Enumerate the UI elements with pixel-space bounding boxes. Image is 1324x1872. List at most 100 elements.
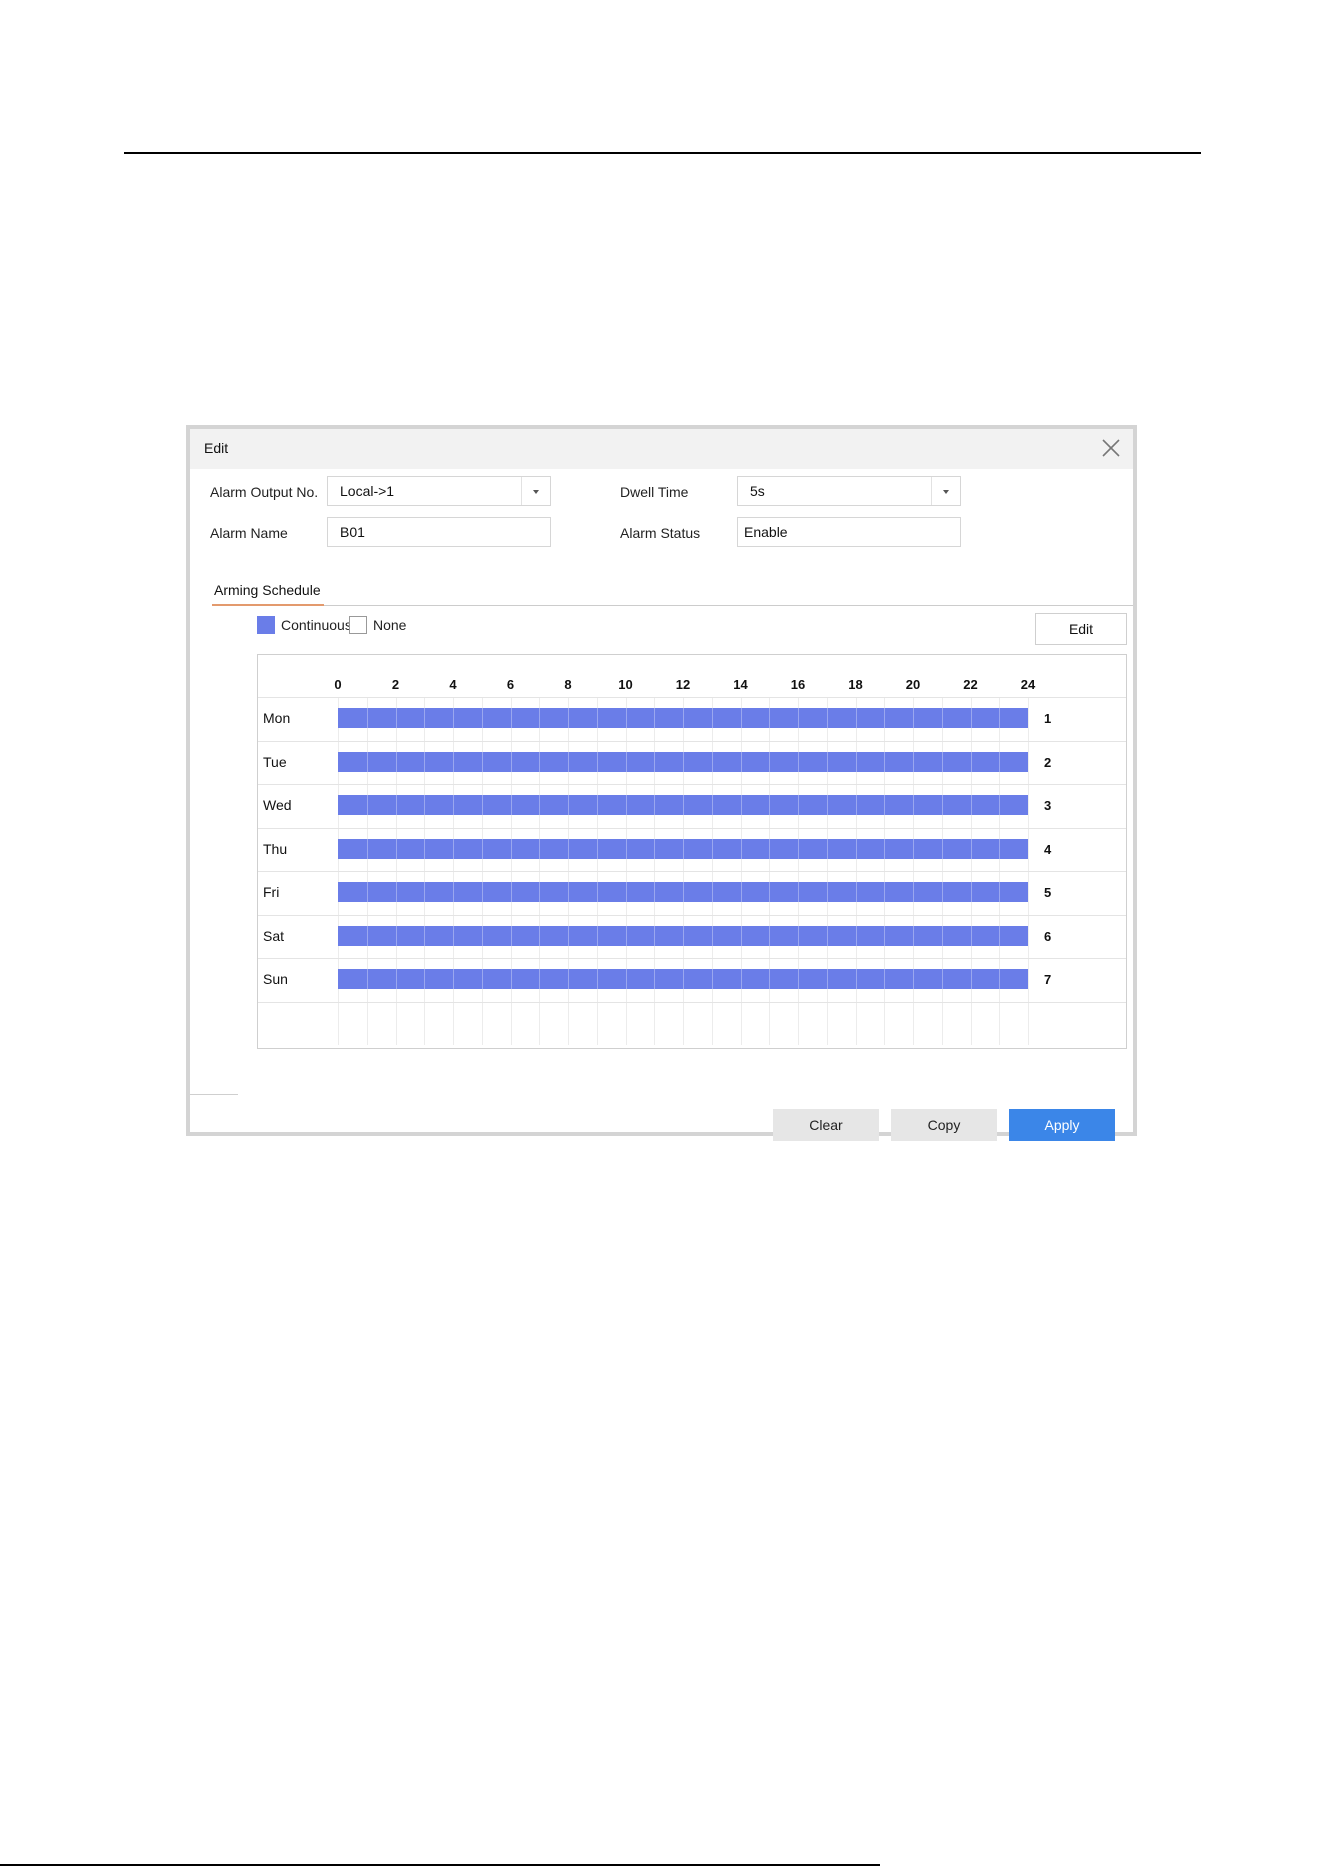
bar-separator <box>884 838 886 859</box>
copy-button[interactable]: Copy <box>891 1109 997 1141</box>
legend-none-swatch[interactable] <box>349 616 367 634</box>
bar-separator <box>798 751 799 772</box>
hour-label: 16 <box>790 677 806 692</box>
bar-separator <box>855 925 857 946</box>
day-label: Thu <box>263 840 288 857</box>
bar-separator <box>740 751 742 772</box>
bar-separator <box>510 838 512 859</box>
bar-separator <box>941 751 943 772</box>
bar-separator <box>855 795 857 815</box>
bar-separator <box>826 838 828 859</box>
bar-separator <box>769 838 771 859</box>
legend-none-label[interactable]: None <box>373 617 406 633</box>
bar-separator <box>855 751 857 772</box>
row-number: 3 <box>1044 798 1052 813</box>
apply-button[interactable]: Apply <box>1009 1109 1115 1141</box>
bar-separator <box>711 882 713 902</box>
hour-label: 20 <box>905 677 921 692</box>
hour-label: 0 <box>334 677 342 692</box>
bar-separator <box>711 925 713 946</box>
bar-separator <box>453 795 454 815</box>
bar-separator <box>884 751 886 772</box>
hour-label: 24 <box>1020 677 1036 692</box>
page-bottom-rule <box>0 1864 880 1866</box>
bar-separator <box>366 708 368 728</box>
tab-arming-schedule[interactable]: Arming Schedule <box>214 582 321 604</box>
dwell-time-value: 5s <box>750 483 765 499</box>
chevron-down-icon <box>931 477 960 505</box>
close-icon[interactable] <box>1099 436 1123 460</box>
alarm-output-select[interactable]: Local->1 <box>327 476 551 506</box>
bar-separator <box>683 925 684 946</box>
row-number: 2 <box>1044 754 1052 770</box>
legend-continuous-swatch[interactable] <box>257 616 275 634</box>
dialog-title: Edit <box>204 440 229 456</box>
row-number: 5 <box>1044 885 1052 900</box>
bar-separator <box>683 969 684 989</box>
bar-separator <box>740 882 742 902</box>
bar-separator <box>826 708 828 728</box>
day-label: Fri <box>263 884 280 900</box>
bar-separator <box>539 925 541 946</box>
bar-separator <box>970 795 972 815</box>
bar-separator <box>941 882 943 902</box>
bar-separator <box>625 925 627 946</box>
bar-separator <box>424 882 426 902</box>
bar-separator <box>970 925 972 946</box>
bar-separator <box>654 838 656 859</box>
bar-separator <box>539 969 541 989</box>
bar-separator <box>826 751 828 772</box>
bar-separator <box>424 925 426 946</box>
bar-separator <box>826 795 828 815</box>
grid-hline <box>258 914 1126 916</box>
bar-separator <box>625 882 627 902</box>
hour-label: 18 <box>848 677 863 692</box>
bar-separator <box>395 708 397 728</box>
bar-separator <box>453 751 454 772</box>
alarm-name-field[interactable]: B01 <box>327 517 551 547</box>
bar-separator <box>596 708 598 728</box>
bar-separator <box>424 751 426 772</box>
legend-continuous-label[interactable]: Continuous <box>281 617 352 633</box>
edit-dialog: Edit Alarm Output No. Local->1 Dwell Tim… <box>186 425 1137 1141</box>
bar-separator <box>424 838 426 859</box>
bar-separator <box>855 838 857 859</box>
bar-separator <box>568 925 569 946</box>
bar-separator <box>481 925 483 946</box>
bar-separator <box>913 925 914 946</box>
bar-separator <box>510 751 512 772</box>
bar-separator <box>366 795 368 815</box>
bar-separator <box>913 969 914 989</box>
bar-separator <box>539 882 541 902</box>
bar-separator <box>740 795 742 815</box>
bar-separator <box>740 969 742 989</box>
hour-label: 12 <box>675 677 691 692</box>
grid-hline <box>258 871 1126 872</box>
bar-separator <box>596 925 598 946</box>
bar-separator <box>711 708 713 728</box>
bar-separator <box>970 882 972 902</box>
bar-separator <box>769 925 771 946</box>
alarm-status-value: Enable <box>744 524 788 540</box>
bar-separator <box>683 708 684 728</box>
bar-separator <box>913 751 914 772</box>
bar-separator <box>539 795 541 815</box>
bar-separator <box>596 795 598 815</box>
bar-separator <box>424 795 426 815</box>
bar-separator <box>941 969 943 989</box>
bar-separator <box>769 882 771 902</box>
bar-separator <box>596 882 598 902</box>
edit-schedule-button[interactable]: Edit <box>1035 613 1127 645</box>
bar-separator <box>453 882 454 902</box>
bar-separator <box>683 882 684 902</box>
bar-separator <box>999 795 1001 815</box>
bar-separator <box>970 751 972 772</box>
bar-separator <box>654 925 656 946</box>
dwell-time-select[interactable]: 5s <box>737 476 961 506</box>
bar-separator <box>941 795 943 815</box>
bar-separator <box>510 795 512 815</box>
bar-separator <box>568 795 569 815</box>
bar-separator <box>711 969 713 989</box>
clear-button[interactable]: Clear <box>773 1109 879 1141</box>
schedule-grid[interactable]: 0 2 4 6 8 10 12 14 16 18 20 22 24 Mon 1 Tue 2 Wed 3 Thu 4 Fri… <box>257 654 1127 1049</box>
